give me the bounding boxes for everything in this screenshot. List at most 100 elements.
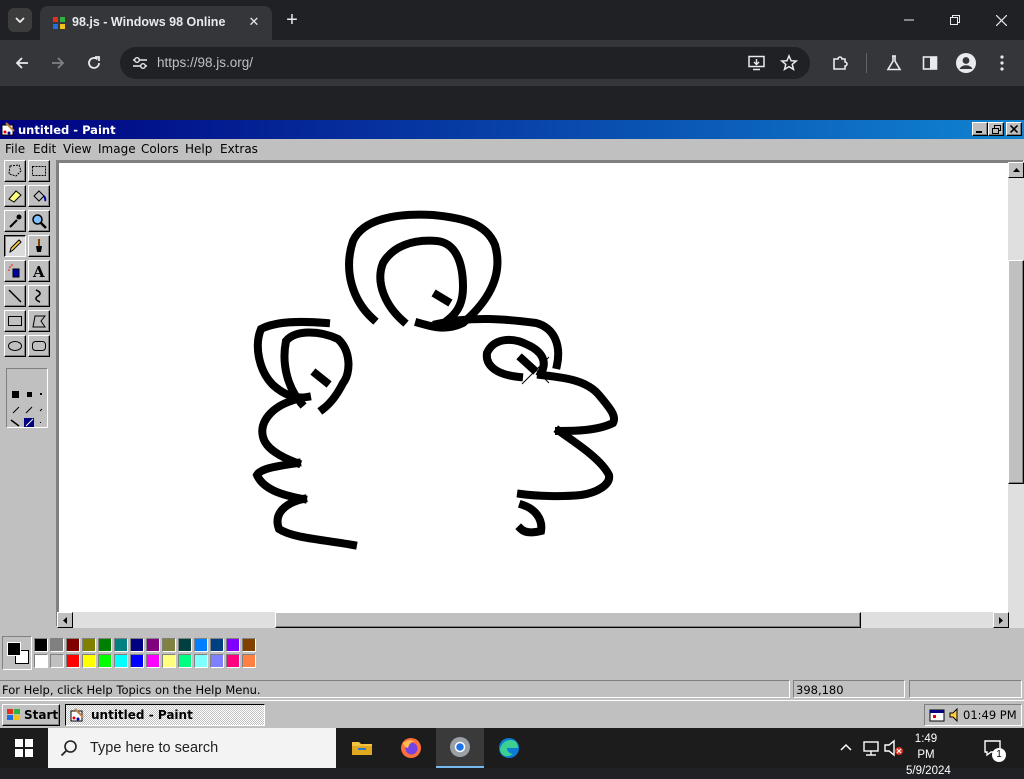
tool-options-box[interactable] xyxy=(6,368,48,428)
tool-rounded-rectangle[interactable] xyxy=(28,335,50,357)
tab-search-button[interactable] xyxy=(8,8,32,32)
site-settings-icon[interactable] xyxy=(132,56,148,70)
vertical-scrollbar[interactable] xyxy=(1008,162,1024,628)
scroll-right-button[interactable] xyxy=(993,612,1009,628)
taskbar-task-paint[interactable]: untitled - Paint xyxy=(65,704,265,726)
chrome-labs-button[interactable] xyxy=(880,49,908,77)
tool-curve[interactable] xyxy=(28,285,50,307)
tool-brush[interactable] xyxy=(28,235,50,257)
taskbar-search-box[interactable]: Type here to search xyxy=(48,728,336,768)
tool-pick-color[interactable] xyxy=(4,210,26,232)
palette-swatch[interactable] xyxy=(34,654,48,668)
menu-colors[interactable]: Colors xyxy=(141,142,179,156)
windows-start-button[interactable] xyxy=(0,728,48,768)
restore-window-button[interactable] xyxy=(932,0,978,40)
tool-rectangle[interactable] xyxy=(4,310,26,332)
palette-swatch[interactable] xyxy=(34,638,48,652)
palette-swatch[interactable] xyxy=(178,638,192,652)
palette-swatch[interactable] xyxy=(82,638,96,652)
palette-swatch[interactable] xyxy=(130,638,144,652)
palette-swatch[interactable] xyxy=(50,654,64,668)
palette-swatch[interactable] xyxy=(146,638,160,652)
palette-swatch[interactable] xyxy=(146,654,160,668)
paint-close-button[interactable] xyxy=(1006,122,1022,136)
palette-swatch[interactable] xyxy=(82,654,96,668)
bookmark-star-icon[interactable] xyxy=(780,54,798,72)
taskbar-app-file-explorer[interactable] xyxy=(338,728,386,768)
scroll-left-button[interactable] xyxy=(57,612,73,628)
tool-line[interactable] xyxy=(4,285,26,307)
tool-pencil[interactable] xyxy=(4,235,26,257)
taskbar-app-chrome[interactable] xyxy=(436,728,484,768)
menu-image[interactable]: Image xyxy=(98,142,136,156)
install-app-icon[interactable] xyxy=(748,55,766,71)
chrome-menu-button[interactable] xyxy=(988,49,1016,77)
horizontal-scrollbar[interactable] xyxy=(57,612,1009,628)
palette-swatch[interactable] xyxy=(66,638,80,652)
address-bar[interactable]: https://98.js.org/ xyxy=(120,47,810,79)
forward-button[interactable] xyxy=(44,49,72,77)
palette-swatch[interactable] xyxy=(210,638,224,652)
taskbar-app-firefox[interactable] xyxy=(387,728,435,768)
close-window-button[interactable] xyxy=(978,0,1024,40)
action-center-button[interactable]: 1 xyxy=(978,728,1008,768)
volume-muted-icon[interactable] xyxy=(884,739,904,757)
paint-restore-button[interactable] xyxy=(988,122,1004,136)
menu-help[interactable]: Help xyxy=(185,142,212,156)
menu-extras[interactable]: Extras xyxy=(220,142,258,156)
tool-eraser[interactable] xyxy=(4,185,26,207)
side-panel-button[interactable] xyxy=(916,49,944,77)
taskbar-app-edge[interactable] xyxy=(485,728,533,768)
win98-start-button[interactable]: Start xyxy=(2,704,60,726)
network-icon[interactable] xyxy=(862,740,880,756)
palette-swatch[interactable] xyxy=(98,638,112,652)
palette-swatch[interactable] xyxy=(114,654,128,668)
tool-ellipse[interactable] xyxy=(4,335,26,357)
taskbar-clock[interactable]: 1:49 PM 5/9/2024 xyxy=(906,731,951,779)
tool-fill[interactable] xyxy=(28,185,50,207)
menu-view[interactable]: View xyxy=(63,142,91,156)
minimize-window-button[interactable] xyxy=(886,0,932,40)
palette-swatch[interactable] xyxy=(226,638,240,652)
palette-swatch[interactable] xyxy=(114,638,128,652)
paint-title-bar[interactable]: untitled - Paint xyxy=(0,120,1024,139)
palette-swatch[interactable] xyxy=(194,654,208,668)
palette-swatch[interactable] xyxy=(66,654,80,668)
scroll-up-button[interactable] xyxy=(1008,162,1024,178)
tool-magnifier[interactable] xyxy=(28,210,50,232)
vertical-scroll-thumb[interactable] xyxy=(1008,260,1024,484)
show-hidden-icons-chevron-icon[interactable] xyxy=(840,743,852,751)
palette-swatch[interactable] xyxy=(50,638,64,652)
palette-swatch[interactable] xyxy=(194,638,208,652)
paint-minimize-button[interactable] xyxy=(972,122,988,136)
palette-swatch[interactable] xyxy=(226,654,240,668)
tool-text[interactable]: A xyxy=(28,260,50,282)
palette-swatch[interactable] xyxy=(130,654,144,668)
scheduler-tray-icon[interactable] xyxy=(929,708,945,723)
volume-tray-icon[interactable] xyxy=(949,707,959,723)
palette-swatch[interactable] xyxy=(210,654,224,668)
palette-swatch[interactable] xyxy=(98,654,112,668)
tool-polygon[interactable] xyxy=(28,310,50,332)
tool-airbrush[interactable] xyxy=(4,260,26,282)
palette-swatch[interactable] xyxy=(242,654,256,668)
tool-free-form-select[interactable] xyxy=(4,160,26,182)
tool-select[interactable] xyxy=(28,160,50,182)
primary-color[interactable] xyxy=(7,642,21,656)
palette-swatch[interactable] xyxy=(242,638,256,652)
menu-edit[interactable]: Edit xyxy=(33,142,56,156)
drawing-canvas[interactable] xyxy=(59,163,1009,613)
palette-swatch[interactable] xyxy=(178,654,192,668)
reload-button[interactable] xyxy=(80,49,108,77)
tab-close-icon[interactable]: ✕ xyxy=(245,13,263,31)
profile-button[interactable] xyxy=(952,49,980,77)
back-button[interactable] xyxy=(8,49,36,77)
new-tab-button[interactable]: + xyxy=(280,8,304,32)
extensions-button[interactable] xyxy=(826,49,854,77)
menu-file[interactable]: File xyxy=(5,142,25,156)
palette-swatch[interactable] xyxy=(162,654,176,668)
palette-swatch[interactable] xyxy=(162,638,176,652)
url-text[interactable]: https://98.js.org/ xyxy=(157,55,253,70)
current-colors[interactable] xyxy=(2,636,32,670)
browser-tab-active[interactable]: 98.js - Windows 98 Online ✕ xyxy=(40,6,272,40)
